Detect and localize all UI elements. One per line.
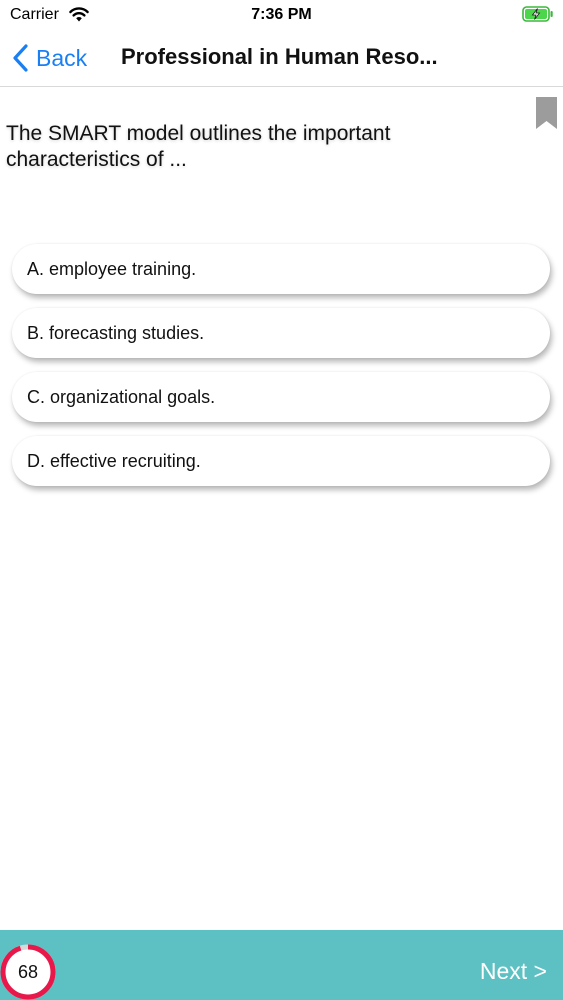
answer-option-c[interactable]: C. organizational goals. [12,372,550,422]
chevron-left-icon [10,43,32,73]
answer-label: A. employee training. [27,258,197,279]
next-button[interactable]: Next > [480,958,547,985]
clock: 7:36 PM [251,6,312,23]
progress-value: 68 [17,961,39,982]
answer-label: D. effective recruiting. [27,450,201,471]
answer-option-a[interactable]: A. employee training. [12,244,550,294]
navigation-bar: Back Professional in Human Reso... [0,30,563,87]
answer-option-b[interactable]: B. forecasting studies. [12,308,550,358]
page-title: Professional in Human Reso... [121,44,438,69]
question-text: The SMART model outlines the important c… [6,122,391,171]
answer-option-d[interactable]: D. effective recruiting. [12,436,550,486]
back-label: Back [36,44,88,71]
battery-charging-icon [522,6,554,27]
bottom-bar [0,930,563,1000]
answer-label: B. forecasting studies. [27,322,205,343]
back-button[interactable]: Back [10,40,87,76]
answer-list: A. employee training. B. forecasting stu… [12,244,550,500]
answer-label: C. organizational goals. [27,386,216,407]
status-bar: Carrier 7:36 PM [0,0,563,30]
bookmark-icon[interactable] [535,96,558,130]
